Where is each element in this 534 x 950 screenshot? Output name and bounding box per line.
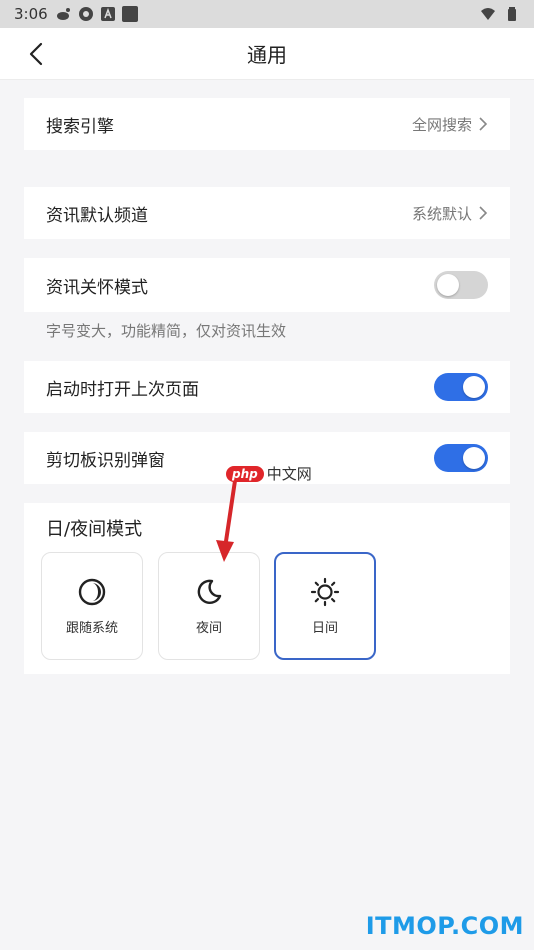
clipboard-popup-toggle[interactable] bbox=[434, 444, 488, 472]
page-title: 通用 bbox=[247, 43, 287, 67]
php-logo: php bbox=[226, 465, 264, 482]
itmop-watermark: ITMOP.COM bbox=[365, 912, 524, 940]
care-mode-label: 资讯关怀模式 bbox=[46, 277, 148, 298]
restore-last-page-row: 启动时打开上次页面 bbox=[24, 361, 510, 413]
status-bar: 3:06 bbox=[0, 0, 534, 28]
page-header: 通用 bbox=[0, 28, 534, 80]
moon-icon bbox=[197, 579, 222, 604]
news-channel-label: 资讯默认频道 bbox=[46, 205, 148, 226]
news-channel-row[interactable]: 资讯默认频道 系统默认 bbox=[24, 187, 510, 239]
care-mode-row: 资讯关怀模式 bbox=[24, 258, 510, 312]
wifi-icon bbox=[481, 8, 495, 20]
half-moon-icon bbox=[78, 578, 106, 605]
restore-last-page-label: 启动时打开上次页面 bbox=[46, 379, 199, 400]
toggle-knob bbox=[463, 447, 485, 469]
aperture-icon bbox=[78, 7, 93, 21]
toggle-knob bbox=[437, 274, 459, 296]
sun-icon bbox=[310, 577, 340, 606]
day-option[interactable]: 日间 bbox=[274, 552, 376, 660]
a-badge-icon bbox=[100, 7, 115, 21]
search-engine-row[interactable]: 搜索引擎 全网搜索 bbox=[24, 98, 510, 150]
day-night-mode-title: 日/夜间模式 bbox=[46, 519, 143, 540]
red-annotation-arrow-icon bbox=[216, 472, 238, 562]
search-engine-value-group: 全网搜索 bbox=[412, 114, 488, 135]
battery-icon bbox=[508, 7, 516, 21]
day-label: 日间 bbox=[311, 620, 338, 636]
back-arrow-icon[interactable] bbox=[24, 41, 50, 67]
php-watermark: php 中文网 bbox=[226, 463, 312, 484]
follow-system-label: 跟随系统 bbox=[65, 620, 118, 636]
status-notification-icons bbox=[56, 6, 138, 22]
care-mode-hint: 字号变大，功能精简，仅对资讯生效 bbox=[46, 322, 287, 340]
weibo-icon bbox=[56, 8, 70, 20]
news-channel-value: 系统默认 bbox=[411, 204, 472, 223]
search-engine-label: 搜索引擎 bbox=[46, 116, 114, 137]
status-system-icons bbox=[480, 6, 520, 22]
follow-system-option[interactable]: 跟随系统 bbox=[41, 552, 143, 660]
care-mode-toggle[interactable] bbox=[434, 271, 488, 299]
search-engine-value: 全网搜索 bbox=[411, 115, 472, 134]
news-channel-value-group: 系统默认 bbox=[412, 203, 488, 224]
day-night-mode-card: 日/夜间模式 跟随系统 夜间 日间 bbox=[24, 503, 510, 674]
chevron-right-icon bbox=[479, 206, 488, 220]
status-time: 3:06 bbox=[14, 5, 48, 23]
php-watermark-text: 中文网 bbox=[266, 465, 312, 483]
chevron-right-icon bbox=[479, 117, 488, 131]
toggle-knob bbox=[463, 376, 485, 398]
night-label: 夜间 bbox=[195, 620, 222, 636]
clipboard-popup-label: 剪切板识别弹窗 bbox=[46, 450, 165, 471]
restore-last-page-toggle[interactable] bbox=[434, 373, 488, 401]
notification-square-icon bbox=[121, 6, 138, 22]
